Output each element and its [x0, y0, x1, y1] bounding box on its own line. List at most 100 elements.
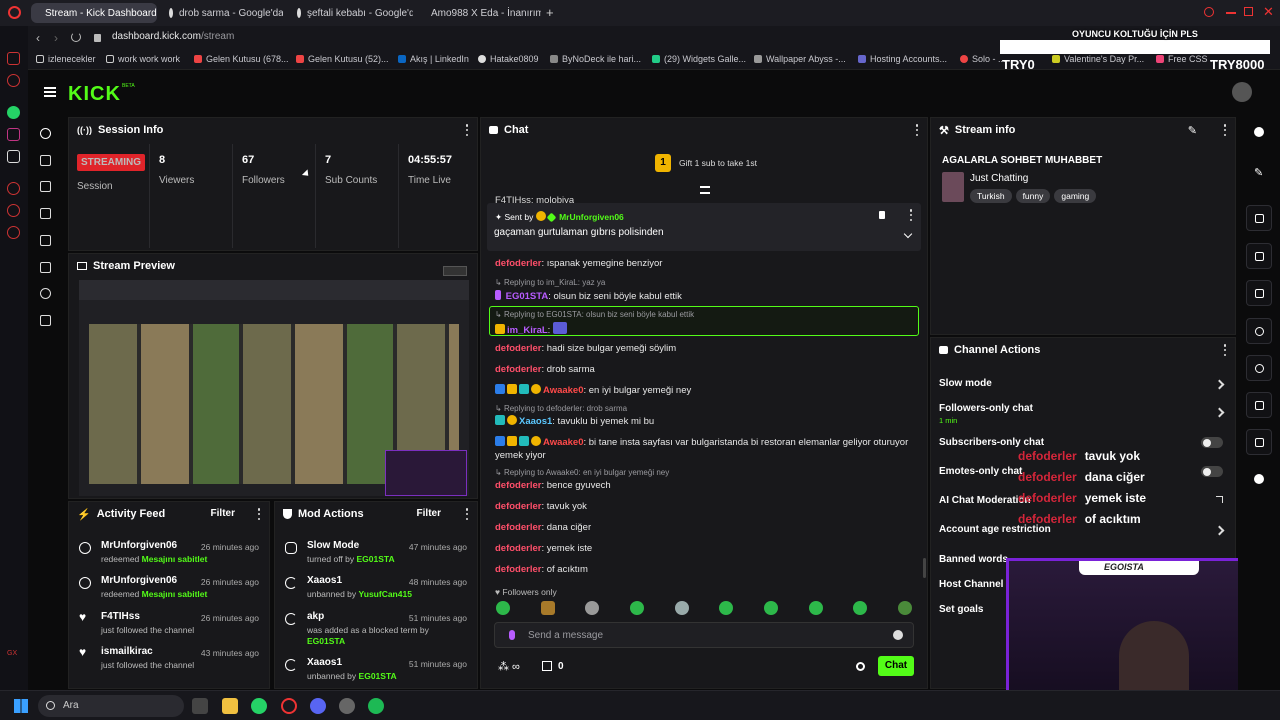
chat-username[interactable]: Xaaos1 [519, 416, 552, 427]
more-icon[interactable] [465, 124, 469, 136]
chat-username[interactable]: defoderler [495, 564, 541, 575]
item-highlight[interactable]: YusufCan415 [359, 589, 412, 599]
avatar[interactable] [1232, 82, 1252, 102]
action-banned-words[interactable]: Banned words [939, 554, 1008, 565]
chat-username[interactable]: defoderler [495, 522, 541, 533]
unpin-icon[interactable] [879, 211, 885, 219]
bookmark-widgets[interactable]: (29) Widgets Galle... [652, 54, 746, 64]
more-icon[interactable] [1223, 344, 1227, 356]
edit-layout-icon[interactable]: ✎ [1254, 166, 1263, 179]
widget-broadcast-button[interactable] [1246, 355, 1272, 381]
whatsapp-icon[interactable] [7, 106, 20, 119]
action-subscribers-only[interactable]: Subscribers-only chat [939, 437, 1044, 448]
settings-icon[interactable] [7, 226, 20, 239]
emote-10[interactable] [898, 601, 912, 615]
sidebar-app-icon[interactable] [7, 74, 20, 87]
mod-filter-button[interactable]: Filter [417, 508, 441, 519]
external-link-icon[interactable] [1216, 496, 1223, 503]
widget-capture-button[interactable] [1246, 205, 1272, 231]
heart-icon[interactable] [7, 182, 20, 195]
tools-nav-icon[interactable] [40, 262, 51, 273]
bookmark-free-css[interactable]: Free CSS ... [1156, 54, 1218, 64]
chat-input[interactable]: Send a message [494, 622, 914, 648]
windows-start-icon[interactable] [14, 699, 28, 713]
item-name[interactable]: F4TIHss [101, 611, 140, 622]
tag[interactable]: funny [1015, 189, 1051, 203]
chat-username[interactable]: defoderler [495, 258, 541, 269]
pinned-user[interactable]: MrUnforgiven06 [559, 212, 624, 222]
mic-icon[interactable] [509, 630, 515, 640]
taskbar-discord-icon[interactable] [310, 698, 326, 714]
bookmark-izlenecekler[interactable]: izlenecekler [36, 54, 96, 64]
emote-6[interactable] [719, 601, 733, 615]
bookmark-bynodeck[interactable]: ByNoDeck ile hari... [550, 54, 641, 64]
bookmark-solo[interactable]: Solo - ... [960, 54, 1006, 64]
item-highlight[interactable]: EG01STA [356, 554, 394, 564]
bookmark-github[interactable]: Hatake0809 [478, 54, 539, 64]
emote-5[interactable] [675, 601, 689, 615]
bookmark-valentine[interactable]: Valentine's Day Pr... [1052, 54, 1144, 64]
action-ai-moderation[interactable]: AI Chat Moderation [939, 495, 1031, 506]
more-icon[interactable] [909, 209, 913, 221]
chat-username[interactable]: Awaake0 [543, 437, 584, 448]
tag[interactable]: Turkish [970, 189, 1012, 203]
gift-leaderboard[interactable]: 1 Gift 1 sub to take 1st [655, 154, 757, 172]
history-icon[interactable] [7, 204, 20, 217]
item-name[interactable]: Xaaos1 [307, 657, 342, 668]
category-thumbnail[interactable] [942, 172, 964, 202]
taskbar-explorer-icon[interactable] [222, 698, 238, 714]
widget-chat-button[interactable] [1246, 318, 1272, 344]
taskbar-spotify-icon[interactable] [368, 698, 384, 714]
item-name[interactable]: Xaaos1 [307, 575, 342, 586]
reply-context[interactable]: ↳ Replying to EG01STA: olsun biz seni bö… [495, 310, 694, 319]
widget-notes-button[interactable] [1246, 280, 1272, 306]
action-followers-only[interactable]: Followers-only chat [939, 403, 1033, 414]
emotes-only-toggle[interactable] [1201, 466, 1223, 477]
stream-nav-icon[interactable] [40, 128, 51, 139]
more-icon[interactable] [257, 508, 261, 520]
chat-username[interactable]: im_KiraL [507, 325, 548, 336]
chat-username[interactable]: defoderler [495, 343, 541, 354]
more-icon[interactable] [915, 124, 919, 136]
x-icon[interactable] [7, 150, 20, 163]
activity-filter-button[interactable]: Filter [211, 508, 235, 519]
subscribers-only-toggle[interactable] [1201, 437, 1223, 448]
links-nav-icon[interactable] [40, 155, 51, 166]
chat-send-button[interactable]: Chat [878, 656, 914, 676]
browser-logo-icon[interactable] [8, 6, 21, 19]
url-field[interactable]: dashboard.kick.com/stream [112, 31, 234, 42]
sidebar-app-icon[interactable] [7, 52, 20, 65]
chat-username[interactable]: EG01STA [506, 291, 549, 302]
widget-tools-button[interactable] [1246, 429, 1272, 455]
chat-username[interactable]: defoderler [495, 543, 541, 554]
taskbar-obs-icon[interactable] [339, 698, 355, 714]
emote-7[interactable] [764, 601, 778, 615]
item-highlight[interactable]: EG01STA [307, 636, 345, 646]
action-host-channel[interactable]: Host Channel [939, 579, 1003, 590]
forward-icon[interactable]: › [54, 31, 58, 45]
reply-context[interactable]: ↳ Replying to defoderler: drob sarma [495, 404, 627, 413]
community-icon[interactable] [1254, 474, 1264, 484]
trophy-nav-icon[interactable] [40, 208, 51, 219]
search-icon[interactable] [1204, 7, 1214, 17]
bookmark-work[interactable]: work work work [106, 54, 180, 64]
emote-1[interactable] [496, 601, 510, 615]
taskbar-opera-icon[interactable] [281, 698, 297, 714]
analytics-nav-icon[interactable] [40, 181, 51, 192]
popout-icon[interactable] [443, 266, 467, 276]
pinned-message[interactable]: ✦ Sent by MrUnforgiven06 gaçaman gurtula… [487, 203, 921, 251]
item-name[interactable]: MrUnforgiven06 [101, 540, 177, 551]
new-tab-button[interactable]: + [546, 5, 554, 20]
more-icon[interactable] [1223, 124, 1227, 136]
preview-video[interactable] [79, 280, 469, 496]
bookmark-gmail-2[interactable]: Gelen Kutusu (52)... [296, 54, 389, 64]
gift-icon[interactable] [542, 661, 552, 671]
chevron-right-icon[interactable] [1214, 525, 1225, 536]
maximize-icon[interactable] [1244, 7, 1253, 16]
action-emotes-only[interactable]: Emotes-only chat [939, 466, 1022, 477]
chat-scrollbar[interactable] [923, 558, 926, 578]
infinity-icon[interactable]: ⁂ ∞ [498, 660, 520, 673]
chevron-down-icon[interactable] [903, 229, 913, 239]
instagram-icon[interactable] [7, 128, 20, 141]
more-icon[interactable] [465, 508, 469, 520]
